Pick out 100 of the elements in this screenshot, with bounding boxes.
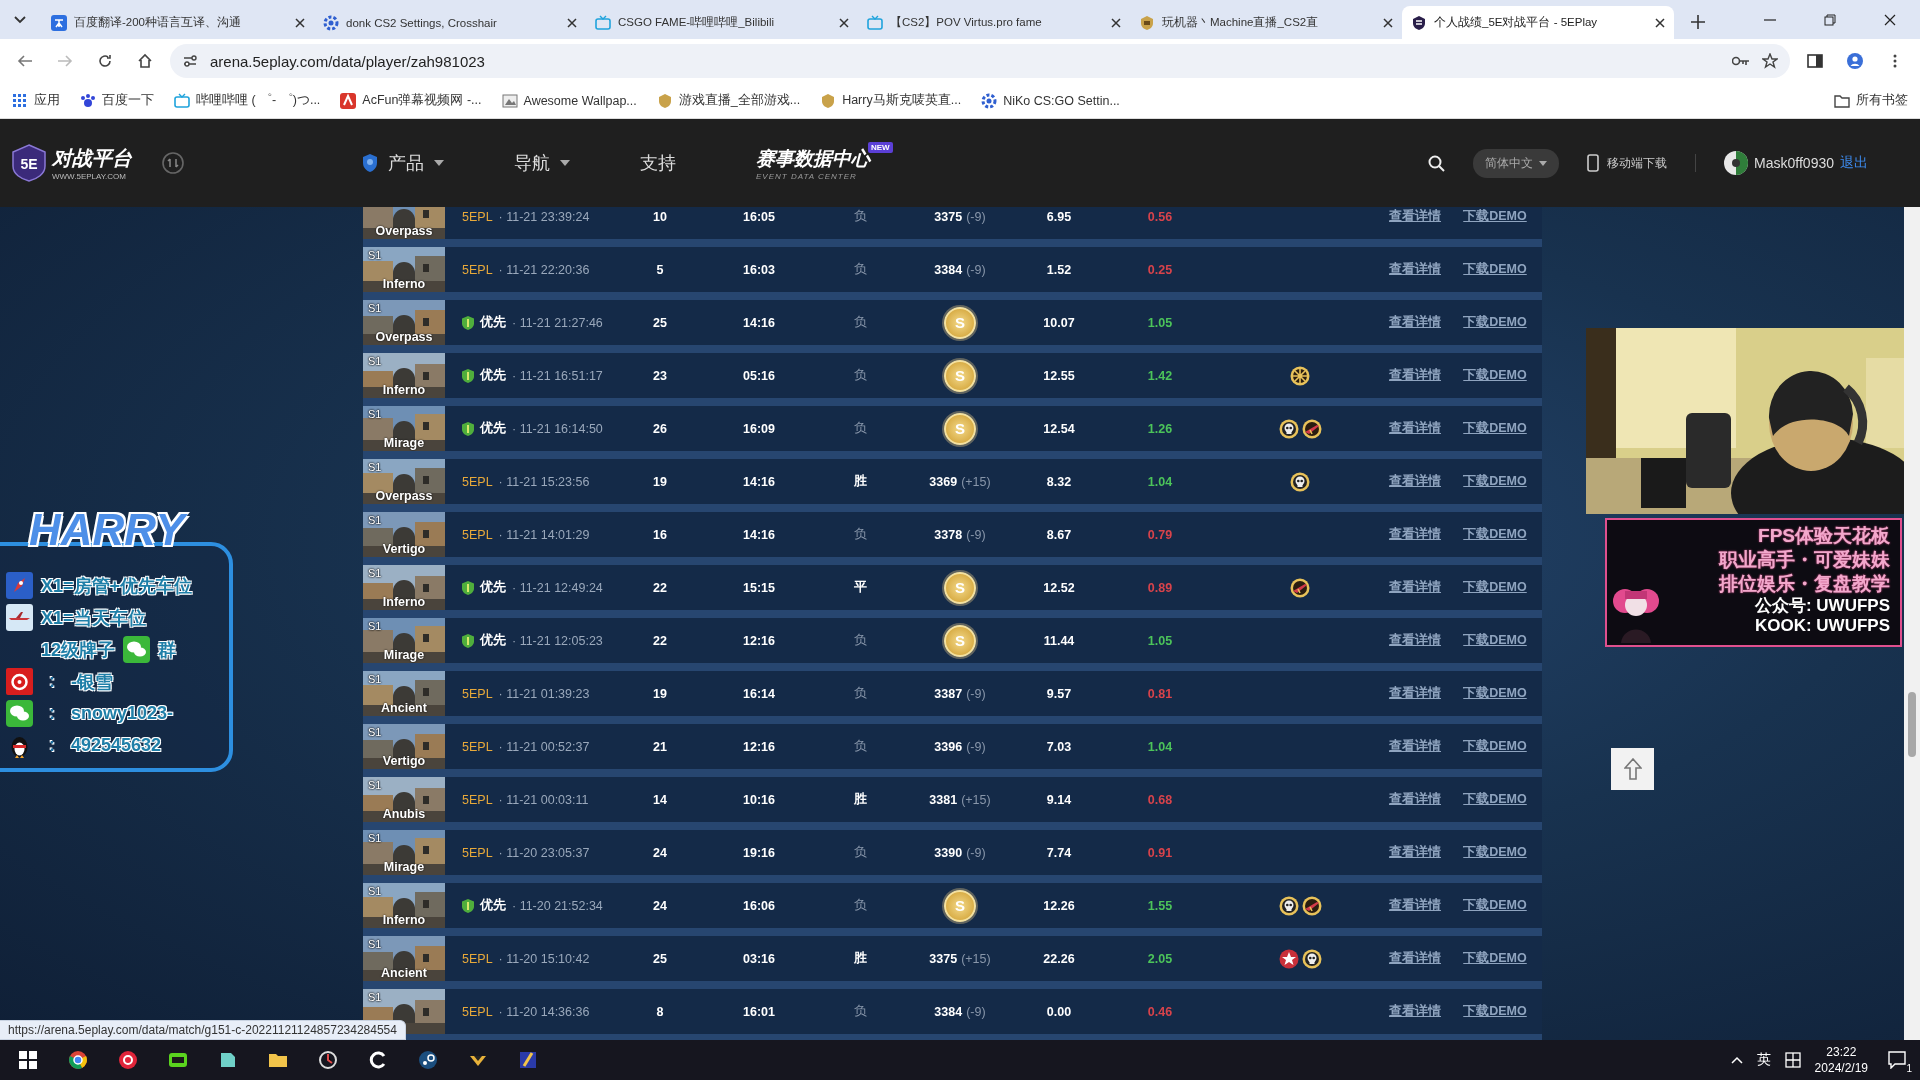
key-icon[interactable]: [1732, 55, 1750, 67]
bookmark-link[interactable]: NiKo CS:GO Settin...: [1003, 93, 1120, 108]
demo-link[interactable]: 下载DEMO: [1463, 950, 1527, 967]
site-info-icon[interactable]: [182, 53, 198, 69]
app-icon[interactable]: [218, 1050, 238, 1070]
minimize-icon[interactable]: [1764, 18, 1776, 21]
chevron-up-icon[interactable]: [1730, 1056, 1743, 1064]
back-to-top-button[interactable]: [1611, 748, 1654, 790]
details-link[interactable]: 查看详情: [1389, 950, 1441, 967]
browser-icon[interactable]: [68, 1050, 88, 1070]
close-icon[interactable]: [839, 17, 849, 28]
restore-icon[interactable]: [1824, 13, 1836, 26]
browser-tab[interactable]: donk CS2 Settings, Crosshair: [314, 6, 586, 39]
rating: 10.07: [1043, 315, 1075, 330]
logo-emblem[interactable]: 5E: [12, 144, 46, 182]
elo-change: (+15): [961, 474, 991, 489]
demo-link[interactable]: 下载DEMO: [1463, 367, 1527, 384]
app-icon[interactable]: [368, 1050, 388, 1070]
demo-link[interactable]: 下载DEMO: [1463, 208, 1527, 225]
clock-date[interactable]: 2024/2/19: [1814, 1060, 1868, 1076]
star-icon[interactable]: [1762, 53, 1778, 69]
details-link[interactable]: 查看详情: [1389, 473, 1441, 490]
browser-tab[interactable]: 【CS2】POV Virtus.pro fame: [858, 6, 1130, 39]
close-icon[interactable]: [1111, 17, 1121, 28]
search-icon[interactable]: [1428, 154, 1446, 172]
browser-tab[interactable]: 个人战绩_5E对战平台 - 5EPlay: [1402, 6, 1674, 39]
close-icon[interactable]: [1655, 17, 1665, 28]
logo-title: 对战平台: [52, 146, 132, 171]
details-link[interactable]: 查看详情: [1389, 261, 1441, 278]
status-icon[interactable]: [162, 152, 184, 174]
demo-link[interactable]: 下载DEMO: [1463, 844, 1527, 861]
reload-icon[interactable]: [97, 53, 113, 69]
demo-link[interactable]: 下载DEMO: [1463, 685, 1527, 702]
details-link[interactable]: 查看详情: [1389, 738, 1441, 755]
app-icon[interactable]: [168, 1050, 188, 1070]
sidebar-icon[interactable]: [1807, 53, 1823, 69]
download-link[interactable]: 移动端下载: [1607, 154, 1668, 172]
demo-link[interactable]: 下载DEMO: [1463, 579, 1527, 596]
details-link[interactable]: 查看详情: [1389, 791, 1441, 808]
details-link[interactable]: 查看详情: [1389, 685, 1441, 702]
close-icon[interactable]: [1383, 17, 1393, 28]
close-icon[interactable]: [567, 17, 577, 28]
nav-link[interactable]: 支持: [640, 151, 676, 175]
demo-link[interactable]: 下载DEMO: [1463, 1003, 1527, 1020]
demo-link[interactable]: 下载DEMO: [1463, 632, 1527, 649]
nav-link[interactable]: 导航: [514, 151, 550, 175]
demo-link[interactable]: 下载DEMO: [1463, 420, 1527, 437]
app-icon[interactable]: [318, 1050, 338, 1070]
scrollbar-thumb[interactable]: [1908, 692, 1916, 757]
details-link[interactable]: 查看详情: [1389, 897, 1441, 914]
demo-link[interactable]: 下载DEMO: [1463, 897, 1527, 914]
close-icon[interactable]: [1884, 13, 1896, 26]
demo-link[interactable]: 下载DEMO: [1463, 473, 1527, 490]
demo-link[interactable]: 下载DEMO: [1463, 314, 1527, 331]
bookmark-link[interactable]: 应用: [34, 92, 60, 109]
language-dropdown[interactable]: 简体中文: [1473, 148, 1560, 178]
close-icon[interactable]: [295, 17, 305, 28]
details-link[interactable]: 查看详情: [1389, 579, 1441, 596]
demo-link[interactable]: 下载DEMO: [1463, 261, 1527, 278]
bookmark-link[interactable]: Harry马斯克唛英直...: [842, 92, 962, 109]
details-link[interactable]: 查看详情: [1389, 420, 1441, 437]
bookmark-link[interactable]: 游戏直播_全部游戏...: [678, 92, 801, 109]
shield-icon: [462, 633, 474, 648]
bookmark-link[interactable]: AcFun弹幕视频网 -...: [362, 92, 482, 109]
bookmark-link[interactable]: 哔哩哔哩 ( ゜- ゜)つ...: [196, 92, 321, 109]
music-app-icon[interactable]: [118, 1050, 138, 1070]
logout-link[interactable]: 退出: [1840, 154, 1868, 172]
bookmark-link[interactable]: 百度一下: [102, 92, 154, 109]
user-name[interactable]: Mask0ff0930: [1754, 155, 1834, 171]
input-method[interactable]: 英: [1756, 1051, 1771, 1069]
steam-icon[interactable]: [418, 1050, 438, 1070]
details-link[interactable]: 查看详情: [1389, 1003, 1441, 1020]
nav-link[interactable]: 产品: [388, 151, 424, 175]
demo-link[interactable]: 下载DEMO: [1463, 791, 1527, 808]
browser-tab[interactable]: 玩机器丶Machine直播_CS2直: [1130, 6, 1402, 39]
app-icon[interactable]: [518, 1050, 538, 1070]
clock-time[interactable]: 23:22: [1826, 1044, 1857, 1060]
home-icon[interactable]: [137, 53, 153, 69]
details-link[interactable]: 查看详情: [1389, 844, 1441, 861]
chevron-down-icon[interactable]: [14, 15, 26, 24]
details-link[interactable]: 查看详情: [1389, 632, 1441, 649]
address-field[interactable]: arena.5eplay.com/data/player/zah981023: [170, 44, 1790, 78]
back-icon[interactable]: [17, 53, 33, 69]
nav-link[interactable]: 赛事数据中心: [756, 145, 870, 172]
scrollbar[interactable]: [1904, 207, 1920, 1040]
plus-icon[interactable]: [1691, 15, 1705, 29]
browser-tab[interactable]: CSGO FAME-哔哩哔哩_Bilibili: [586, 6, 858, 39]
details-link[interactable]: 查看详情: [1389, 526, 1441, 543]
profile-icon[interactable]: [1847, 53, 1863, 69]
notification-icon[interactable]: [1888, 1051, 1906, 1069]
demo-link[interactable]: 下载DEMO: [1463, 738, 1527, 755]
demo-link[interactable]: 下载DEMO: [1463, 526, 1527, 543]
details-link[interactable]: 查看详情: [1389, 367, 1441, 384]
windows-icon[interactable]: [18, 1050, 38, 1070]
details-link[interactable]: 查看详情: [1389, 208, 1441, 225]
bookmark-link[interactable]: 所有书签: [1856, 92, 1908, 109]
bookmark-link[interactable]: Awesome Wallpap...: [523, 93, 637, 108]
keyboard-icon[interactable]: [1784, 1052, 1801, 1068]
browser-tab[interactable]: 百度翻译-200种语言互译、沟通: [42, 6, 314, 39]
details-link[interactable]: 查看详情: [1389, 314, 1441, 331]
